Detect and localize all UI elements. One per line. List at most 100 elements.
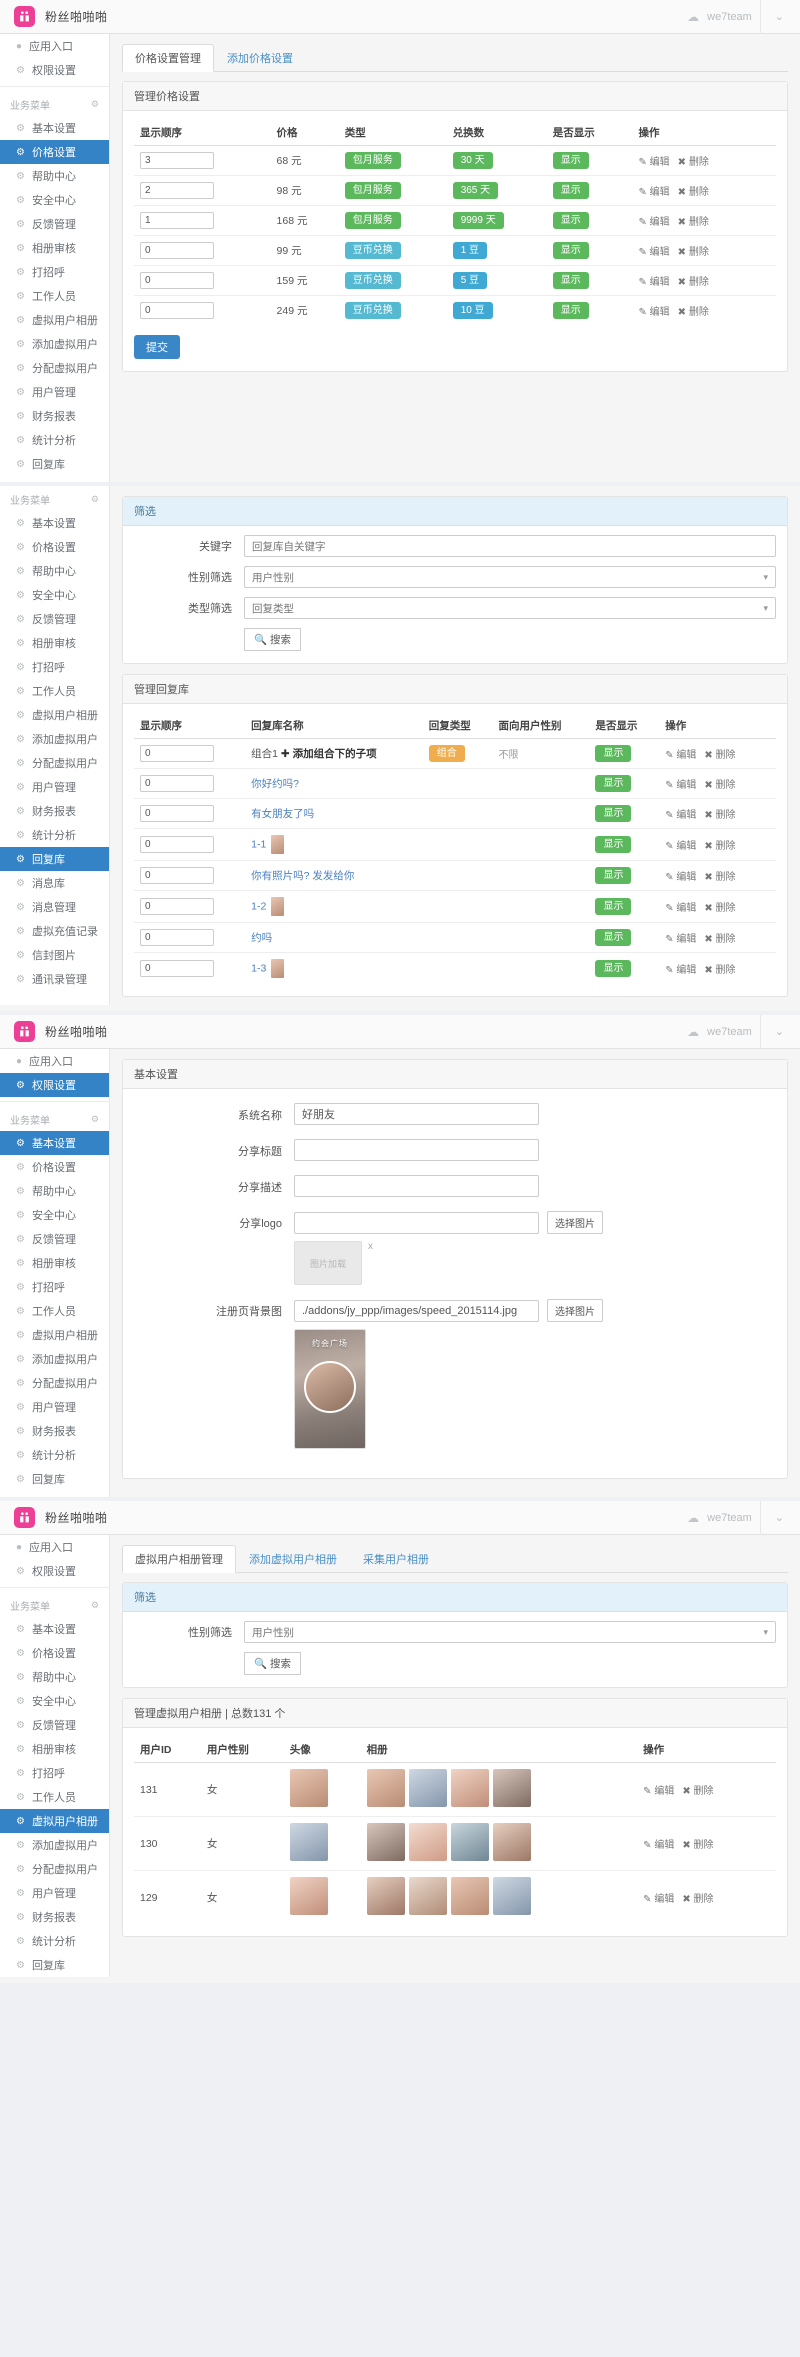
order-input[interactable]	[140, 805, 214, 822]
sidebar-item-回复库[interactable]: ⚙回复库	[0, 1953, 109, 1977]
gear-icon[interactable]: ⚙	[91, 1600, 99, 1611]
reply-name[interactable]: 约吗	[251, 932, 272, 944]
sidebar-item-打招呼[interactable]: ⚙打招呼	[0, 260, 109, 284]
album-photo[interactable]	[409, 1877, 447, 1915]
show-badge[interactable]: 显示	[595, 836, 631, 853]
submit-button[interactable]: 提交	[134, 335, 180, 359]
gear-icon[interactable]: ⚙	[91, 1114, 99, 1125]
sidebar-item-添加虚拟用户[interactable]: ⚙添加虚拟用户	[0, 332, 109, 356]
sidebar-item-permission[interactable]: ⚙ 权限设置	[0, 58, 109, 82]
sidebar-item-帮助中心[interactable]: ⚙帮助中心	[0, 1665, 109, 1689]
sidebar-item-消息管理[interactable]: ⚙消息管理	[0, 895, 109, 919]
field-input[interactable]	[294, 1139, 539, 1161]
sidebar-item-基本设置[interactable]: ⚙基本设置	[0, 1131, 109, 1155]
order-input[interactable]	[140, 960, 214, 977]
sidebar-item-安全中心[interactable]: ⚙安全中心	[0, 583, 109, 607]
sidebar-item-permission[interactable]: ⚙ 权限设置	[0, 1073, 109, 1097]
show-badge[interactable]: 显示	[595, 867, 631, 884]
sidebar-item-帮助中心[interactable]: ⚙帮助中心	[0, 559, 109, 583]
filter-select[interactable]: 用户性别▾	[244, 1621, 776, 1643]
order-input[interactable]	[140, 152, 214, 169]
sidebar-item-虚拟用户相册[interactable]: ⚙虚拟用户相册	[0, 1809, 109, 1833]
sidebar-item-帮助中心[interactable]: ⚙帮助中心	[0, 164, 109, 188]
sidebar-item-基本设置[interactable]: ⚙基本设置	[0, 1617, 109, 1641]
sidebar-item-虚拟用户相册[interactable]: ⚙虚拟用户相册	[0, 1323, 109, 1347]
gear-icon[interactable]: ⚙	[91, 99, 99, 110]
order-input[interactable]	[140, 242, 214, 259]
album-photo[interactable]	[451, 1769, 489, 1807]
field-input[interactable]: ./addons/jy_ppp/images/speed_2015114.jpg	[294, 1300, 539, 1322]
sidebar-item-相册审核[interactable]: ⚙相册审核	[0, 1251, 109, 1275]
add-subitem-link[interactable]: ✚ 添加组合下的子项	[281, 748, 377, 760]
sidebar-item-相册审核[interactable]: ⚙相册审核	[0, 631, 109, 655]
reply-name[interactable]: 你有照片吗? 发发给你	[251, 870, 354, 882]
show-badge[interactable]: 显示	[553, 182, 589, 199]
sidebar-item-统计分析[interactable]: ⚙统计分析	[0, 1929, 109, 1953]
sidebar-item-打招呼[interactable]: ⚙打招呼	[0, 1761, 109, 1785]
sidebar-item-价格设置[interactable]: ⚙价格设置	[0, 1155, 109, 1179]
delete-link[interactable]: ✖ 删除	[682, 1786, 713, 1797]
delete-link[interactable]: ✖ 删除	[704, 841, 735, 852]
show-badge[interactable]: 显示	[595, 960, 631, 977]
tab-虚拟用户相册管理[interactable]: 虚拟用户相册管理	[122, 1545, 236, 1573]
show-badge[interactable]: 显示	[595, 745, 631, 762]
sidebar-item-价格设置[interactable]: ⚙价格设置	[0, 1641, 109, 1665]
edit-link[interactable]: ✎ 编辑	[665, 750, 696, 761]
sidebar-item-价格设置[interactable]: ⚙价格设置	[0, 140, 109, 164]
album-photo[interactable]	[409, 1823, 447, 1861]
reply-name[interactable]: 1-1	[251, 838, 266, 850]
order-input[interactable]	[140, 867, 214, 884]
reply-name[interactable]: 你好约吗?	[251, 778, 299, 790]
order-input[interactable]	[140, 775, 214, 792]
edit-link[interactable]: ✎ 编辑	[639, 157, 670, 168]
sidebar-item-回复库[interactable]: ⚙回复库	[0, 452, 109, 476]
sidebar-item-反馈管理[interactable]: ⚙反馈管理	[0, 212, 109, 236]
filter-select[interactable]: 回复类型▾	[244, 597, 776, 619]
sidebar-item-帮助中心[interactable]: ⚙帮助中心	[0, 1179, 109, 1203]
sidebar-item-虚拟用户相册[interactable]: ⚙虚拟用户相册	[0, 308, 109, 332]
show-badge[interactable]: 显示	[553, 302, 589, 319]
sidebar-item-用户管理[interactable]: ⚙用户管理	[0, 380, 109, 404]
account-name[interactable]: we7team	[707, 11, 752, 23]
sidebar-item-反馈管理[interactable]: ⚙反馈管理	[0, 607, 109, 631]
album-photo[interactable]	[493, 1769, 531, 1807]
sidebar-item-反馈管理[interactable]: ⚙反馈管理	[0, 1227, 109, 1251]
sidebar-item-分配虚拟用户[interactable]: ⚙分配虚拟用户	[0, 356, 109, 380]
order-input[interactable]	[140, 929, 214, 946]
album-photo[interactable]	[493, 1823, 531, 1861]
sidebar-item-app-entry[interactable]: ● 应用入口	[0, 34, 109, 58]
sidebar-item-虚拟充值记录[interactable]: ⚙虚拟充值记录	[0, 919, 109, 943]
sidebar-item-相册审核[interactable]: ⚙相册审核	[0, 1737, 109, 1761]
edit-link[interactable]: ✎ 编辑	[639, 247, 670, 258]
show-badge[interactable]: 显示	[553, 272, 589, 289]
account-name[interactable]: we7team	[707, 1512, 752, 1524]
delete-link[interactable]: ✖ 删除	[678, 157, 709, 168]
album-photo[interactable]	[367, 1769, 405, 1807]
sidebar-item-工作人员[interactable]: ⚙工作人员	[0, 284, 109, 308]
account-name[interactable]: we7team	[707, 1026, 752, 1038]
show-badge[interactable]: 显示	[553, 152, 589, 169]
sidebar-item-安全中心[interactable]: ⚙安全中心	[0, 1689, 109, 1713]
sidebar-item-消息库[interactable]: ⚙消息库	[0, 871, 109, 895]
edit-link[interactable]: ✎ 编辑	[643, 1894, 674, 1905]
sidebar-item-添加虚拟用户[interactable]: ⚙添加虚拟用户	[0, 727, 109, 751]
edit-link[interactable]: ✎ 编辑	[665, 872, 696, 883]
chevron-down-icon[interactable]: ⌄	[769, 1025, 790, 1038]
edit-link[interactable]: ✎ 编辑	[643, 1786, 674, 1797]
edit-link[interactable]: ✎ 编辑	[665, 934, 696, 945]
delete-link[interactable]: ✖ 删除	[682, 1894, 713, 1905]
album-photo[interactable]	[367, 1877, 405, 1915]
delete-link[interactable]: ✖ 删除	[704, 780, 735, 791]
edit-link[interactable]: ✎ 编辑	[665, 780, 696, 791]
order-input[interactable]	[140, 182, 214, 199]
sidebar-item-工作人员[interactable]: ⚙工作人员	[0, 679, 109, 703]
reply-name[interactable]: 1-3	[251, 962, 266, 974]
sidebar-item-财务报表[interactable]: ⚙财务报表	[0, 1905, 109, 1929]
show-badge[interactable]: 显示	[595, 898, 631, 915]
chevron-down-icon[interactable]: ⌄	[769, 1511, 790, 1524]
tab-价格设置管理[interactable]: 价格设置管理	[122, 44, 214, 72]
album-photo[interactable]	[493, 1877, 531, 1915]
order-input[interactable]	[140, 745, 214, 762]
sidebar-item-回复库[interactable]: ⚙回复库	[0, 847, 109, 871]
sidebar-item-工作人员[interactable]: ⚙工作人员	[0, 1785, 109, 1809]
